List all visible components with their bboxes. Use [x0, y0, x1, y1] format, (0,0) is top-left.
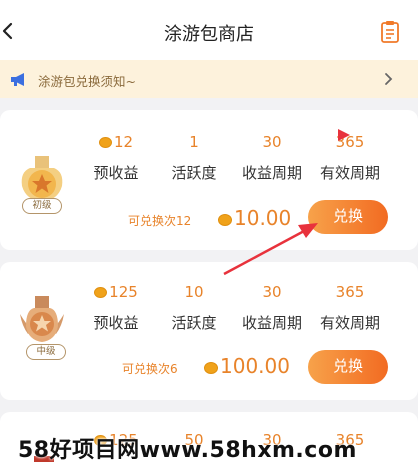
package-card-basic: 初级 12 预收益 1 活跃度 30 收益周期 365 有效周期 可兑换次12 …: [0, 110, 418, 250]
income-period-value: 30: [262, 283, 282, 301]
expected-income-value: 125: [109, 283, 138, 301]
top-bar: 涂游包商店: [0, 0, 418, 62]
watermark: 58好项目网www.58hxm.com: [18, 438, 357, 462]
document-icon[interactable]: [379, 20, 401, 44]
activity-label: 活跃度: [171, 314, 217, 332]
coin-icon: [94, 287, 108, 298]
notice-text: 涂游包兑换须知~: [38, 74, 136, 89]
expected-income-label: 预收益: [93, 314, 139, 332]
valid-period-label: 有效周期: [319, 164, 380, 182]
price-value: 100.00: [220, 354, 290, 378]
income-period-label: 收益周期: [241, 314, 302, 332]
expected-income-stat: 125 预收益: [78, 282, 154, 333]
valid-period-stat: 365 有效周期: [312, 282, 388, 333]
megaphone-icon: [11, 73, 24, 86]
exchange-notice-bar[interactable]: 涂游包兑换须知~: [0, 60, 418, 98]
redeem-button[interactable]: 兑换: [308, 200, 388, 234]
expected-income-stat: 12 预收益: [78, 132, 154, 183]
income-period-stat: 30 收益周期: [234, 132, 310, 183]
level-label: 中级: [26, 344, 66, 360]
income-period-label: 收益周期: [241, 164, 302, 182]
redeem-count: 可兑换次6: [122, 362, 178, 376]
valid-period-value: 365: [335, 283, 365, 301]
package-card-intermediate: 中级 125 预收益 10 活跃度 30 收益周期 365 有效周期 可兑换次6…: [0, 262, 418, 400]
activity-value: 10: [184, 283, 204, 301]
price: 10.00: [218, 206, 291, 230]
page-title: 涂游包商店: [164, 24, 254, 45]
expected-income-value: 12: [113, 133, 134, 151]
income-period-value: 30: [262, 133, 282, 151]
activity-stat: 1 活跃度: [156, 132, 232, 183]
expected-income-label: 预收益: [93, 164, 139, 182]
coin-icon: [218, 214, 232, 226]
redeem-button[interactable]: 兑换: [308, 350, 388, 384]
activity-stat: 10 活跃度: [156, 282, 232, 333]
valid-period-label: 有效周期: [319, 314, 380, 332]
level-label: 初级: [22, 198, 62, 214]
activity-value: 1: [189, 133, 199, 151]
valid-period-stat: 365 有效周期: [312, 132, 388, 183]
coin-icon: [98, 137, 112, 148]
valid-period-value: 365: [335, 133, 365, 151]
chevron-right-icon: [385, 73, 393, 85]
price: 100.00: [204, 354, 290, 378]
coin-icon: [204, 362, 218, 374]
activity-label: 活跃度: [171, 164, 217, 182]
price-value: 10.00: [234, 206, 292, 230]
income-period-stat: 30 收益周期: [234, 282, 310, 333]
redeem-count: 可兑换次12: [128, 214, 192, 228]
